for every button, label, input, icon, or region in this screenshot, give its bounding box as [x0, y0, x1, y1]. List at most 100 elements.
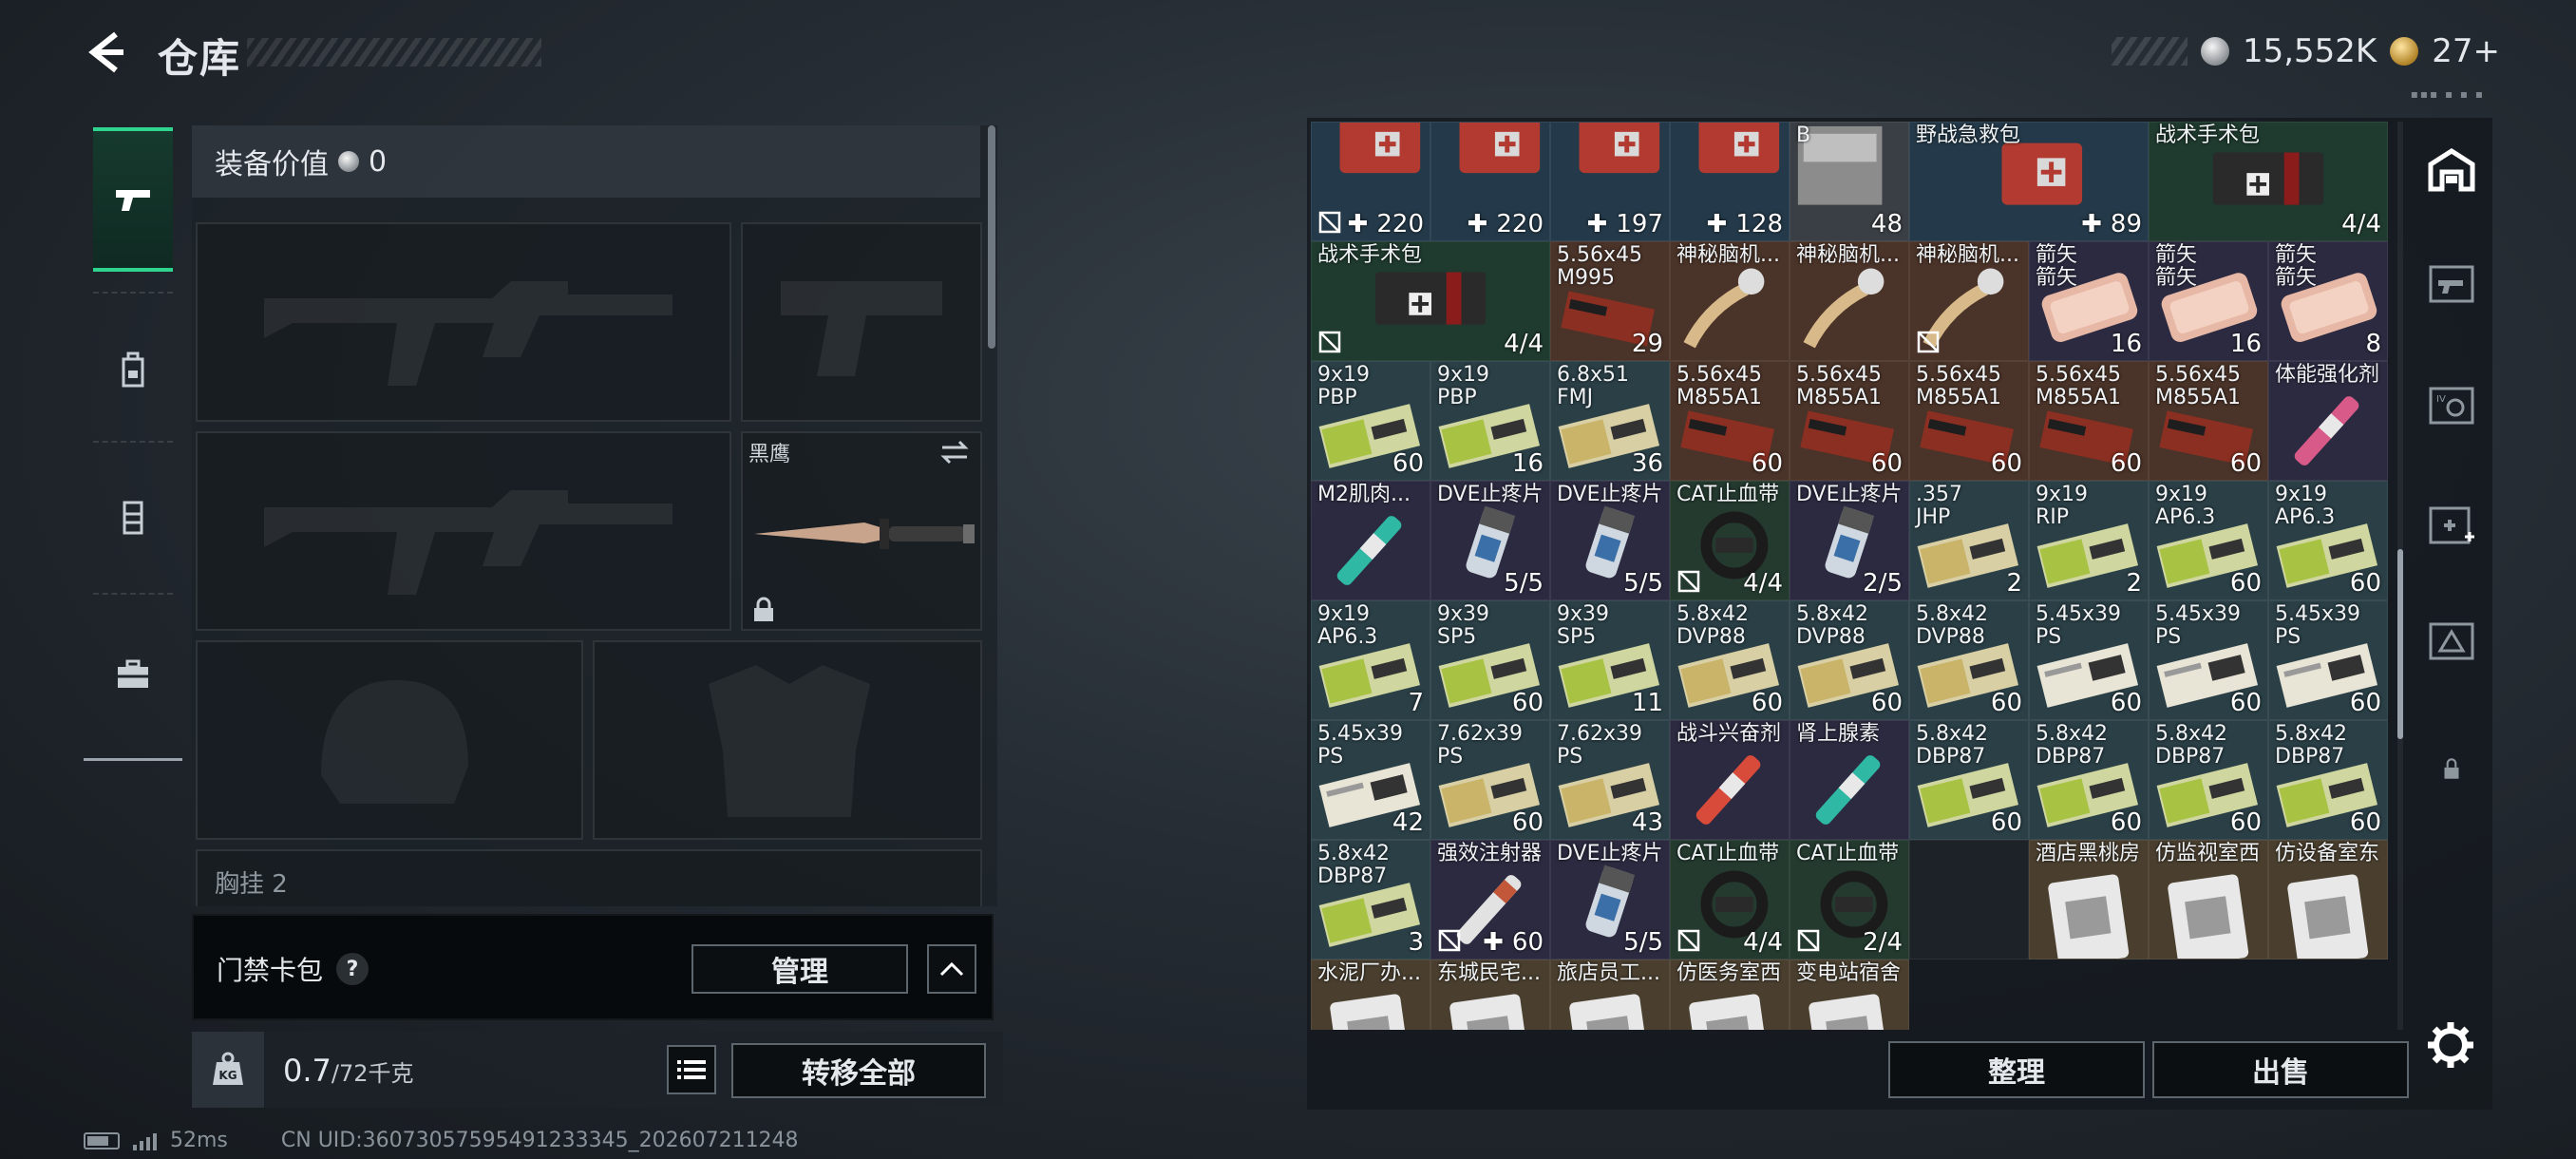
silver-amount[interactable]: 15,552K	[2243, 32, 2377, 70]
storage-item[interactable]: 野战急救包 ✚ 89	[1909, 122, 2149, 241]
storage-item[interactable]: 6.8x51 FMJ 36	[1550, 361, 1670, 481]
storage-item[interactable]: 体能强化剂	[2268, 361, 2388, 481]
tab-weapon-storage[interactable]	[2411, 232, 2492, 336]
storage-item[interactable]: 5.8x42 DBP87 60	[2029, 720, 2149, 840]
storage-item[interactable]: ✚ 220	[1430, 122, 1550, 241]
storage-item[interactable]: 9x19 PBP 60	[1311, 361, 1430, 481]
storage-item[interactable]: 旅店员工...	[1550, 960, 1670, 1030]
storage-item[interactable]: 5.56x45 M855A1 60	[2029, 361, 2149, 481]
storage-item[interactable]: 5.8x42 DVP88 60	[1909, 600, 2029, 720]
storage-item[interactable]: 5.45x39 PS 60	[2268, 600, 2388, 720]
storage-item[interactable]: CAT止血带 4/4	[1670, 481, 1790, 600]
storage-item[interactable]: B 48	[1790, 122, 1909, 241]
pistol-icon	[116, 190, 150, 211]
help-icon[interactable]: ?	[336, 953, 369, 985]
storage-item[interactable]: ✚ 197	[1550, 122, 1670, 241]
storage-item[interactable]: 9x39 SP5 60	[1430, 600, 1550, 720]
storage-item[interactable]: 箭矢 箭矢 16	[2149, 241, 2268, 361]
expand-keycard-button[interactable]	[927, 944, 976, 994]
storage-item[interactable]: 箭矢 箭矢 16	[2029, 241, 2149, 361]
storage-scrollbar[interactable]	[2397, 122, 2403, 1030]
storage-item[interactable]: 9x19 PBP 16	[1430, 361, 1550, 481]
manage-button[interactable]: 管理	[691, 944, 908, 994]
item-quantity: 2	[2006, 569, 2022, 598]
storage-item[interactable]: 5.45x39 PS 60	[2149, 600, 2268, 720]
storage-item[interactable]: 5.45x39 PS 42	[1311, 720, 1430, 840]
storage-item[interactable]: ✚ 220	[1311, 122, 1430, 241]
helmet-slot[interactable]	[196, 640, 583, 840]
storage-item[interactable]: 神秘脑机...	[1909, 241, 2029, 361]
storage-item[interactable]: 战术手术包 4/4	[2149, 122, 2388, 241]
nav-vest[interactable]	[93, 446, 173, 590]
gold-amount[interactable]: 27+	[2432, 32, 2500, 70]
chest-rig-slot[interactable]	[196, 849, 982, 906]
tab-equipment-storage[interactable]: IV	[2411, 353, 2492, 458]
storage-item[interactable]: 9x19 AP6.3 60	[2268, 481, 2388, 600]
armor-slot[interactable]	[593, 640, 982, 840]
storage-item[interactable]: 5.56x45 M855A1 60	[1670, 361, 1790, 481]
storage-item[interactable]: 5.56x45 M995 29	[1550, 241, 1670, 361]
storage-item[interactable]: 5.8x42 DVP88 60	[1790, 600, 1909, 720]
storage-item[interactable]: 5.8x42 DBP87 60	[2268, 720, 2388, 840]
gear-icon[interactable]	[2422, 1016, 2479, 1074]
tab-medical-storage[interactable]	[2411, 473, 2492, 578]
storage-item[interactable]: M2肌肉...	[1311, 481, 1430, 600]
storage-item[interactable]: 9x39 SP5 11	[1550, 600, 1670, 720]
storage-item[interactable]: DVE止疼片 2/5	[1790, 481, 1909, 600]
storage-item[interactable]: 9x19 AP6.3 7	[1311, 600, 1430, 720]
primary-weapon-slot[interactable]	[196, 222, 731, 422]
nav-weapons[interactable]	[93, 127, 173, 272]
storage-item[interactable]: ✚ 128	[1670, 122, 1790, 241]
storage-item[interactable]: 箭矢 箭矢 8	[2268, 241, 2388, 361]
storage-item[interactable]: 7.62x39 PS 60	[1430, 720, 1550, 840]
storage-item[interactable]: 酒店黑桃房	[2029, 840, 2149, 960]
storage-item[interactable]: 仿监视室西	[2149, 840, 2268, 960]
item-quantity-value: 60	[1990, 449, 2022, 478]
storage-item[interactable]: 5.56x45 M855A1 60	[1790, 361, 1909, 481]
storage-item[interactable]: 仿医务室西	[1670, 960, 1790, 1030]
storage-item[interactable]: 神秘脑机...	[1790, 241, 1909, 361]
tab-warehouse[interactable]	[2411, 118, 2492, 222]
tab-locked[interactable]	[2411, 716, 2492, 821]
sidearm-slot[interactable]	[741, 222, 982, 422]
storage-item[interactable]: 仿设备室东	[2268, 840, 2388, 960]
storage-item[interactable]: 5.45x39 PS 60	[2029, 600, 2149, 720]
sort-button[interactable]: 整理	[1888, 1041, 2145, 1098]
storage-item[interactable]: 肾上腺素	[1790, 720, 1909, 840]
storage-item[interactable]: 7.62x39 PS 43	[1550, 720, 1670, 840]
storage-item[interactable]: 9x19 AP6.3 60	[2149, 481, 2268, 600]
storage-item[interactable]: 5.8x42 DVP88 60	[1670, 600, 1790, 720]
back-arrow-icon[interactable]	[82, 28, 129, 76]
storage-item[interactable]: .357 JHP 2	[1909, 481, 2029, 600]
storage-item[interactable]: DVE止疼片 5/5	[1430, 481, 1550, 600]
storage-item[interactable]: 神秘脑机...	[1670, 241, 1790, 361]
item-quantity: 60	[2350, 808, 2381, 837]
sell-button[interactable]: 出售	[2152, 1041, 2409, 1098]
list-view-button[interactable]	[667, 1045, 716, 1094]
storage-item[interactable]: CAT止血带 4/4	[1670, 840, 1790, 960]
tab-misc-storage[interactable]	[2411, 589, 2492, 694]
storage-item[interactable]: 强效注射器 ✚ 60	[1430, 840, 1550, 960]
storage-item[interactable]: 5.8x42 DBP87 60	[2149, 720, 2268, 840]
storage-item[interactable]: CAT止血带 2/4	[1790, 840, 1909, 960]
storage-item[interactable]: DVE止疼片 5/5	[1550, 840, 1670, 960]
nav-case[interactable]	[93, 602, 173, 747]
transfer-all-button[interactable]: 转移全部	[731, 1043, 986, 1098]
equipment-scrollbar[interactable]	[988, 125, 995, 349]
storage-scrollbar-thumb[interactable]	[2397, 549, 2403, 739]
storage-item[interactable]: DVE止疼片 5/5	[1550, 481, 1670, 600]
nav-backpack[interactable]	[93, 298, 173, 443]
storage-item[interactable]: 5.8x42 DBP87 3	[1311, 840, 1430, 960]
storage-item[interactable]: 变电站宿舍	[1790, 960, 1909, 1030]
storage-item[interactable]: 5.56x45 M855A1 60	[1909, 361, 2029, 481]
swap-icon[interactable]	[938, 439, 971, 466]
storage-item[interactable]: 东城民宅...	[1430, 960, 1550, 1030]
melee-slot[interactable]: 黑鹰	[741, 431, 982, 631]
storage-item[interactable]: 水泥厂办...	[1311, 960, 1430, 1030]
storage-item[interactable]: 战术手术包 4/4	[1311, 241, 1550, 361]
secondary-weapon-slot[interactable]	[196, 431, 731, 631]
storage-item[interactable]: 5.8x42 DBP87 60	[1909, 720, 2029, 840]
storage-item[interactable]: 9x19 RIP 2	[2029, 481, 2149, 600]
storage-item[interactable]: 5.56x45 M855A1 60	[2149, 361, 2268, 481]
storage-item[interactable]: 战斗兴奋剂	[1670, 720, 1790, 840]
